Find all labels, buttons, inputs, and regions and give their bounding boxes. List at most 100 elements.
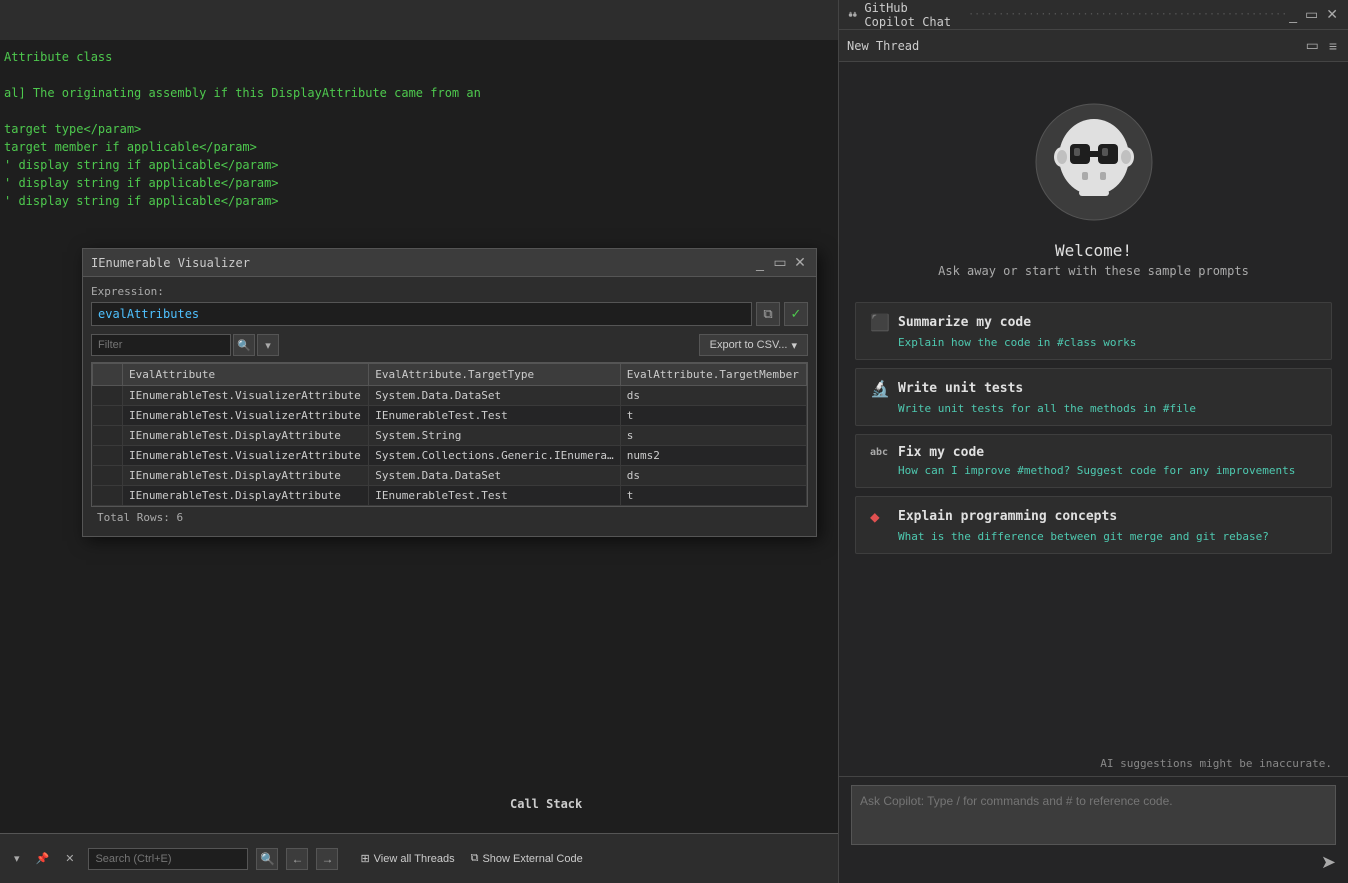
table-row[interactable]: IEnumerableTest.DisplayAttribute System.…: [93, 466, 807, 486]
expression-input[interactable]: [91, 302, 752, 326]
panel-close-button[interactable]: ✕: [59, 850, 80, 867]
code-content: Attribute class al] The originating asse…: [0, 40, 840, 218]
data-table-container: EvalAttribute EvalAttribute.TargetType E…: [91, 362, 808, 507]
expression-row: ⧉ ✓: [91, 302, 808, 326]
card-header: 🔬 Write unit tests: [870, 379, 1317, 398]
cell-target-type: IEnumerableTest.Test: [369, 406, 620, 426]
left-panel: Attribute class al] The originating asse…: [0, 0, 840, 883]
col-eval-attribute-header: EvalAttribute: [123, 364, 369, 386]
toolbar-settings-button[interactable]: ≡: [1326, 37, 1340, 54]
copilot-avatar-image: [1034, 102, 1154, 222]
chat-input[interactable]: [851, 785, 1336, 845]
call-stack-nav-forward[interactable]: →: [316, 848, 338, 870]
row-index: [93, 386, 123, 406]
prompt-card-fix-code[interactable]: abc Fix my code How can I improve #metho…: [855, 434, 1332, 488]
card-icon: ◆: [870, 507, 890, 526]
total-rows-label: Total Rows: 6: [97, 511, 183, 524]
card-header: ◆ Explain programming concepts: [870, 507, 1317, 526]
table-body: IEnumerableTest.VisualizerAttribute Syst…: [93, 386, 807, 506]
table-header: EvalAttribute EvalAttribute.TargetType E…: [93, 364, 807, 386]
card-desc: Explain how the code in #class works: [898, 336, 1317, 349]
minimize-button[interactable]: _: [752, 255, 768, 271]
table-row[interactable]: IEnumerableTest.VisualizerAttribute Syst…: [93, 386, 807, 406]
filter-dropdown-button[interactable]: ▾: [257, 334, 279, 356]
table-row[interactable]: IEnumerableTest.DisplayAttribute System.…: [93, 426, 807, 446]
bottom-panel: ▾ 📌 ✕ 🔍 ← → ⊞ View all Threads ⧉ Show Ex…: [0, 833, 840, 883]
welcome-title: Welcome!: [938, 241, 1249, 260]
copilot-toolbar: New Thread ▭ ≡: [839, 30, 1348, 62]
copilot-titlebar: GitHub Copilot Chat ····················…: [839, 0, 1348, 30]
col-target-member-header: EvalAttribute.TargetMember: [620, 364, 806, 386]
copilot-title-controls: _ ▭ ✕: [1287, 6, 1340, 23]
view-all-threads-button[interactable]: ⊞ View all Threads: [354, 850, 460, 867]
panel-pin-button[interactable]: 📌: [30, 850, 56, 867]
prompt-card-summarize[interactable]: ⬛ Summarize my code Explain how the code…: [855, 302, 1332, 360]
table-row[interactable]: IEnumerableTest.VisualizerAttribute IEnu…: [93, 406, 807, 426]
expression-label: Expression:: [91, 285, 808, 298]
cell-target-type: System.Data.DataSet: [369, 386, 620, 406]
code-line: target member if applicable</param>: [4, 138, 836, 156]
copilot-panel: GitHub Copilot Chat ····················…: [838, 0, 1348, 883]
panel-controls: ▾ 📌 ✕: [8, 850, 80, 867]
prompt-card-explain-concepts[interactable]: ◆ Explain programming concepts What is t…: [855, 496, 1332, 554]
threads-icon: ⊞: [360, 852, 369, 865]
welcome-text: Welcome! Ask away or start with these sa…: [938, 241, 1249, 278]
row-index: [93, 466, 123, 486]
toolbar-expand-button[interactable]: ▭: [1303, 37, 1322, 54]
cell-eval-attribute: IEnumerableTest.DisplayAttribute: [123, 486, 369, 506]
copilot-title: GitHub Copilot Chat ····················…: [847, 1, 1287, 29]
copilot-minimize-button[interactable]: _: [1287, 7, 1299, 23]
send-button[interactable]: ➤: [1321, 852, 1336, 873]
toolbar-right: ▭ ≡: [1303, 37, 1340, 54]
welcome-subtitle: Ask away or start with these sample prom…: [938, 264, 1249, 278]
visualizer-dialog: IEnumerable Visualizer _ ▭ ✕ Expression:…: [82, 248, 817, 537]
copilot-close-button[interactable]: ✕: [1324, 6, 1340, 23]
prompt-cards: ⬛ Summarize my code Explain how the code…: [839, 302, 1348, 554]
maximize-button[interactable]: ▭: [772, 255, 788, 271]
card-title: Explain programming concepts: [898, 509, 1117, 524]
cell-eval-attribute: IEnumerableTest.VisualizerAttribute: [123, 406, 369, 426]
show-external-code-button[interactable]: ⧉ Show External Code: [465, 850, 589, 867]
filter-search-button[interactable]: 🔍: [233, 334, 255, 356]
call-stack-label: Call Stack: [510, 797, 582, 811]
call-stack-nav-back[interactable]: ←: [286, 848, 308, 870]
call-stack-search-input[interactable]: [88, 848, 248, 870]
call-stack-search-button[interactable]: 🔍: [256, 848, 278, 870]
cell-target-type: IEnumerableTest.Test: [369, 486, 620, 506]
expression-copy-button[interactable]: ⧉: [756, 302, 780, 326]
code-line: [4, 66, 836, 84]
cell-target-member: nums2: [620, 446, 806, 466]
close-button[interactable]: ✕: [792, 255, 808, 271]
status-bar: Total Rows: 6: [91, 507, 808, 528]
visualizer-title: IEnumerable Visualizer: [91, 256, 250, 270]
table-row[interactable]: IEnumerableTest.VisualizerAttribute Syst…: [93, 446, 807, 466]
card-header: ⬛ Summarize my code: [870, 313, 1317, 332]
cell-target-type: System.String: [369, 426, 620, 446]
ai-suggestion: AI suggestions might be inaccurate.: [839, 751, 1348, 776]
table-header-row: EvalAttribute EvalAttribute.TargetType E…: [93, 364, 807, 386]
row-index: [93, 426, 123, 446]
expression-run-button[interactable]: ✓: [784, 302, 808, 326]
copilot-icon: [847, 7, 858, 23]
external-icon: ⧉: [471, 852, 479, 865]
export-csv-button[interactable]: Export to CSV... ▾: [699, 334, 808, 356]
copilot-title-label: GitHub Copilot Chat: [864, 1, 962, 29]
col-index-header: [93, 364, 123, 386]
export-label: Export to CSV...: [710, 339, 788, 351]
filter-input[interactable]: [91, 334, 231, 356]
copilot-avatar: [1034, 102, 1154, 225]
cell-eval-attribute: IEnumerableTest.DisplayAttribute: [123, 426, 369, 446]
filter-row: 🔍 ▾ Export to CSV... ▾: [91, 334, 808, 356]
show-external-label: Show External Code: [482, 853, 582, 865]
code-line: target type</param>: [4, 120, 836, 138]
title-dots: ········································…: [968, 9, 1287, 20]
cell-target-member: ds: [620, 386, 806, 406]
code-line: ' display string if applicable</param>: [4, 174, 836, 192]
cell-target-member: ds: [620, 466, 806, 486]
copilot-restore-button[interactable]: ▭: [1303, 6, 1320, 23]
cell-target-member: t: [620, 486, 806, 506]
panel-toggle-button[interactable]: ▾: [8, 850, 26, 867]
table-row[interactable]: IEnumerableTest.DisplayAttribute IEnumer…: [93, 486, 807, 506]
prompt-card-unit-tests[interactable]: 🔬 Write unit tests Write unit tests for …: [855, 368, 1332, 426]
code-line: ' display string if applicable</param>: [4, 156, 836, 174]
